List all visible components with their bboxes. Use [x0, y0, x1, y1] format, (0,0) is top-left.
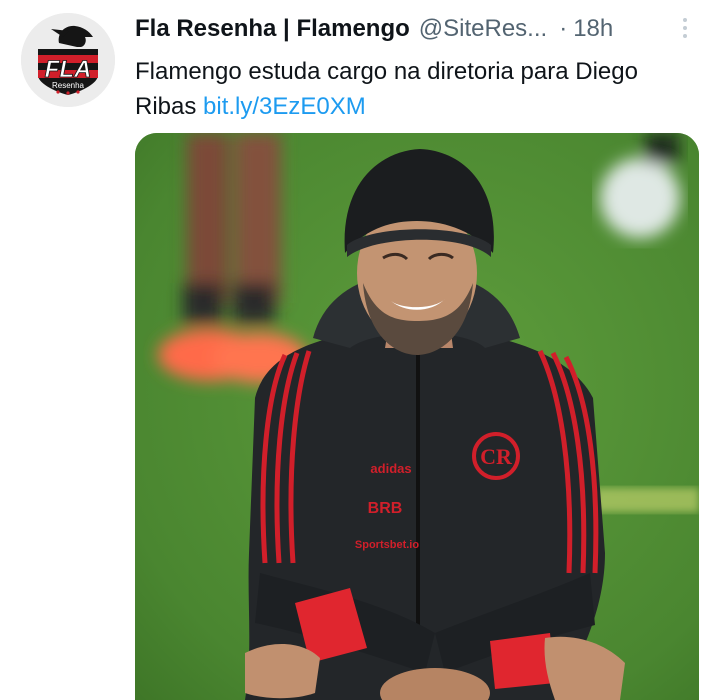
- sponsor-brb: BRB: [368, 500, 403, 517]
- avatar-text: FLA: [45, 56, 92, 83]
- avatar-subtext: Resenha: [52, 81, 85, 90]
- separator-dot: ·: [559, 15, 568, 42]
- tweet-text: Flamengo estuda cargo na diretoria para …: [135, 54, 695, 124]
- jacket-brand: adidas: [370, 461, 411, 476]
- tweet[interactable]: FLA Resenha Fla Resenha | Flamengo @Site…: [0, 0, 720, 700]
- tweet-link[interactable]: bit.ly/3EzE0XM: [203, 93, 366, 120]
- user-handle[interactable]: @SiteRes...: [419, 15, 547, 43]
- more-vertical-icon[interactable]: [675, 13, 695, 43]
- svg-text:CR: CR: [480, 444, 513, 469]
- sponsor-sportsbet: Sportsbet.io: [355, 539, 419, 551]
- timestamp[interactable]: 18h: [573, 15, 613, 43]
- photo-illustration: adidas BRB Sportsbet.io CR: [135, 133, 699, 700]
- avatar[interactable]: FLA Resenha: [21, 13, 115, 107]
- tweet-photo[interactable]: adidas BRB Sportsbet.io CR: [135, 133, 699, 700]
- tweet-header: Fla Resenha | Flamengo @SiteRes... · 18h: [135, 12, 695, 46]
- fla-resenha-logo: FLA Resenha: [21, 13, 115, 107]
- display-name[interactable]: Fla Resenha | Flamengo: [135, 15, 410, 43]
